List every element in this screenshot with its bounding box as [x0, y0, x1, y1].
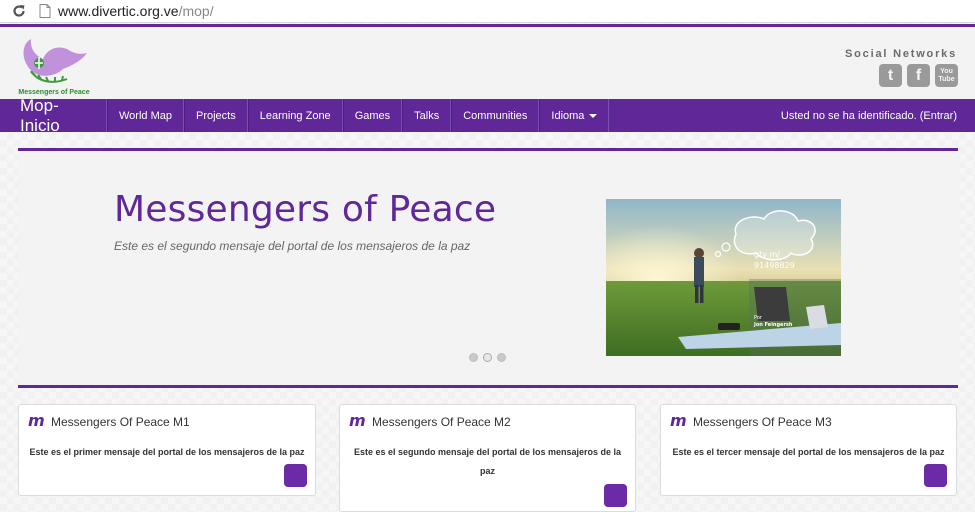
- main-navbar: Mop-Inicio World Map Projects Learning Z…: [0, 96, 975, 135]
- image-credit-1: Por: [754, 315, 763, 321]
- card-title[interactable]: Messengers Of Peace M3: [693, 415, 832, 429]
- nav-item-talks[interactable]: Talks: [402, 99, 452, 132]
- card-text: Este es el segundo mensaje del portal de…: [353, 447, 622, 476]
- carousel-dot-2[interactable]: [483, 353, 492, 362]
- hero-title: Messengers of Peace: [114, 189, 497, 230]
- message-card-m2: m Messengers Of Peace M2 Este es el segu…: [339, 404, 636, 512]
- card-m-icon: m: [670, 411, 687, 430]
- card-title[interactable]: Messengers Of Peace M2: [372, 415, 511, 429]
- card-text: Este es el primer mensaje del portal de …: [29, 447, 305, 457]
- message-card-m3: m Messengers Of Peace M3 Este es el terc…: [660, 404, 957, 496]
- carousel-indicators: [469, 353, 506, 362]
- nav-item-world-map[interactable]: World Map: [107, 99, 184, 132]
- language-dropdown[interactable]: Idioma: [539, 99, 610, 132]
- nav-item-projects[interactable]: Projects: [183, 99, 248, 132]
- card-m-icon: m: [28, 411, 45, 430]
- url-path: /mop/: [178, 3, 214, 19]
- browser-address-bar: www.divertic.org.ve/mop/: [0, 0, 975, 23]
- image-credit-2: Jon Feingersh: [753, 322, 793, 328]
- caret-down-icon: [589, 113, 598, 118]
- card-text: Este es el tercer mensaje del portal de …: [672, 447, 945, 457]
- url-host: www.divertic.org.ve: [58, 3, 179, 19]
- nav-item-communities[interactable]: Communities: [451, 99, 540, 132]
- nav-brand[interactable]: Mop-Inicio: [0, 96, 107, 135]
- nav-item-learning-zone[interactable]: Learning Zone: [247, 99, 343, 132]
- language-label: Idioma: [551, 109, 585, 122]
- address-input[interactable]: www.divertic.org.ve/mop/: [58, 3, 214, 19]
- carousel-dot-3[interactable]: [497, 353, 506, 362]
- twitter-icon[interactable]: t: [879, 64, 902, 87]
- hero-subtitle: Este es el segundo mensaje del portal de…: [114, 239, 471, 253]
- login-link[interactable]: Usted no se ha identificado. (Entrar): [781, 99, 975, 132]
- page-icon: [39, 4, 51, 18]
- facebook-icon[interactable]: f: [907, 64, 930, 87]
- social-networks-title: Social Networks: [845, 48, 957, 60]
- message-card-m1: m Messengers Of Peace M1 Este es el prim…: [18, 404, 316, 496]
- image-caption-1: gty m/: [754, 250, 780, 259]
- carousel-dot-1[interactable]: [469, 353, 478, 362]
- card-more-button[interactable]: [924, 464, 947, 487]
- reload-icon[interactable]: [11, 3, 27, 19]
- nav-item-games[interactable]: Games: [342, 99, 403, 132]
- messengers-of-peace-logo[interactable]: [17, 35, 89, 97]
- card-m-icon: m: [349, 411, 366, 430]
- social-icons: t f You Tube: [879, 64, 958, 87]
- hero-image: gty m/ 91498829 Por Jon Feingersh: [606, 199, 841, 356]
- card-more-button[interactable]: [604, 484, 627, 507]
- youtube-icon[interactable]: You Tube: [935, 64, 958, 87]
- hero-carousel: Messengers of Peace Este es el segundo m…: [18, 148, 958, 388]
- card-more-button[interactable]: [284, 464, 307, 487]
- site-header: Messengers of Peace Social Networks t f …: [0, 24, 975, 99]
- card-title[interactable]: Messengers Of Peace M1: [51, 415, 190, 429]
- image-caption-2: 91498829: [754, 261, 795, 270]
